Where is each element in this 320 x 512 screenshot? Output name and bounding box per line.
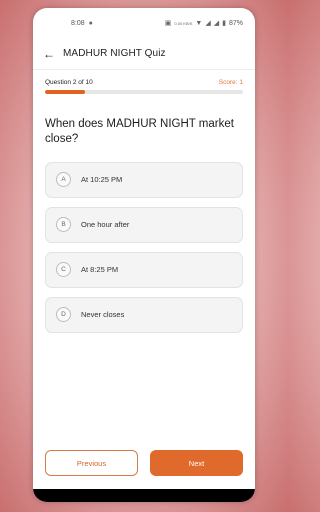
- progress-meta: Question 2 of 10 Score: 1: [45, 79, 243, 86]
- option-text: At 10:25 PM: [81, 175, 123, 185]
- option-text: At 8:25 PM: [81, 265, 119, 275]
- progress-bar: [45, 90, 243, 94]
- option-text: One hour after: [81, 220, 130, 230]
- options-list: A At 10:25 PM B One hour after C At 8:25…: [45, 161, 243, 333]
- signal-icon-2: ◢: [213, 20, 220, 27]
- option-d[interactable]: D Never closes: [45, 296, 243, 333]
- system-nav-bar: [33, 489, 255, 502]
- question-text: When does MADHUR NIGHT market close?: [45, 118, 234, 145]
- option-text: Never closes: [81, 310, 125, 320]
- status-bar: 8:08 ● ▣ 0.00 KB/S ▼ ◢ ◢ ▮ 87%: [33, 8, 255, 38]
- quiz-content: Question 2 of 10 Score: 1 When does MADH…: [33, 79, 255, 333]
- option-letter-badge: C: [56, 262, 71, 278]
- option-c[interactable]: C At 8:25 PM: [45, 251, 243, 288]
- status-time: 8:08: [71, 19, 85, 27]
- app-notification-icon: ●: [88, 19, 93, 27]
- phone-screen: 8:08 ● ▣ 0.00 KB/S ▼ ◢ ◢ ▮ 87% ← MADHUR …: [33, 8, 255, 502]
- status-left: 8:08 ●: [71, 20, 93, 27]
- back-arrow-icon[interactable]: ←: [43, 47, 59, 61]
- footer-nav: Previous Next: [45, 450, 243, 476]
- progress-fill: [45, 90, 85, 94]
- battery-percent: 87%: [228, 19, 243, 27]
- page-title: MADHUR NIGHT Quiz: [63, 48, 166, 59]
- status-right: ▣ 0.00 KB/S ▼ ◢ ◢ ▮ 87%: [164, 19, 243, 28]
- calendar-icon: ▣: [164, 20, 172, 27]
- option-letter-badge: A: [56, 172, 71, 188]
- app-bar: ← MADHUR NIGHT Quiz: [33, 38, 255, 70]
- signal-icon: ◢: [205, 20, 211, 27]
- network-speed: 0.00 KB/S: [174, 20, 193, 26]
- option-letter-badge: D: [56, 307, 71, 323]
- option-a[interactable]: A At 10:25 PM: [45, 161, 243, 198]
- previous-button[interactable]: Previous: [45, 450, 138, 476]
- question-count: Question 2 of 10: [45, 79, 93, 86]
- wifi-icon: ▼: [195, 19, 203, 27]
- option-letter-badge: B: [56, 217, 71, 233]
- battery-icon: ▮: [222, 20, 226, 27]
- next-button[interactable]: Next: [150, 450, 243, 476]
- option-b[interactable]: B One hour after: [45, 206, 243, 243]
- score-label: Score: 1: [218, 79, 243, 86]
